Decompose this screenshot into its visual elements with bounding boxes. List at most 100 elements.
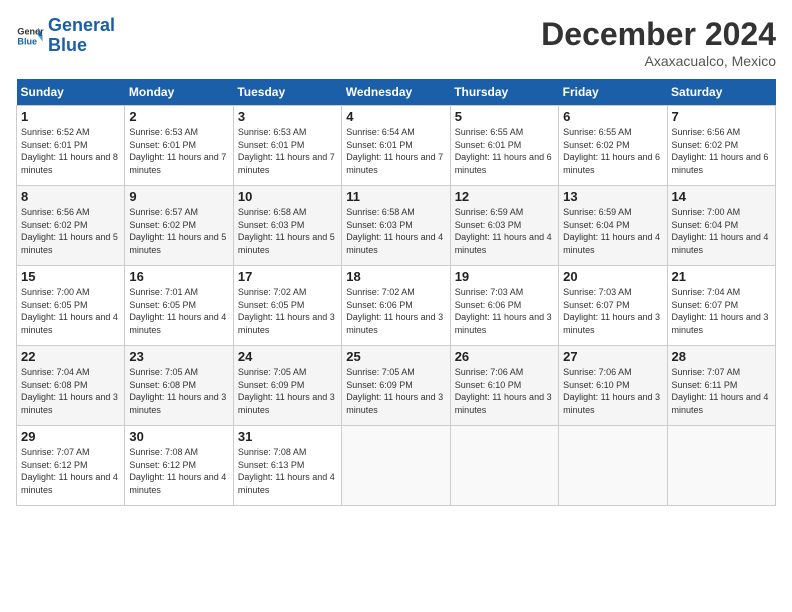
day-info: Sunrise: 7:03 AMSunset: 6:07 PMDaylight:… xyxy=(563,286,662,336)
calendar-cell xyxy=(559,426,667,506)
calendar-cell: 20 Sunrise: 7:03 AMSunset: 6:07 PMDaylig… xyxy=(559,266,667,346)
day-number: 2 xyxy=(129,109,228,124)
day-number: 8 xyxy=(21,189,120,204)
day-info: Sunrise: 7:05 AMSunset: 6:09 PMDaylight:… xyxy=(238,366,337,416)
week-row-1: 1 Sunrise: 6:52 AMSunset: 6:01 PMDayligh… xyxy=(17,106,776,186)
calendar-cell: 24 Sunrise: 7:05 AMSunset: 6:09 PMDaylig… xyxy=(233,346,341,426)
week-row-3: 15 Sunrise: 7:00 AMSunset: 6:05 PMDaylig… xyxy=(17,266,776,346)
calendar-cell: 15 Sunrise: 7:00 AMSunset: 6:05 PMDaylig… xyxy=(17,266,125,346)
header-sunday: Sunday xyxy=(17,79,125,106)
day-number: 18 xyxy=(346,269,445,284)
title-area: December 2024 Axaxacualco, Mexico xyxy=(541,16,776,69)
day-number: 7 xyxy=(672,109,771,124)
calendar-table: SundayMondayTuesdayWednesdayThursdayFrid… xyxy=(16,79,776,506)
calendar-cell: 11 Sunrise: 6:58 AMSunset: 6:03 PMDaylig… xyxy=(342,186,450,266)
day-number: 14 xyxy=(672,189,771,204)
day-info: Sunrise: 6:56 AMSunset: 6:02 PMDaylight:… xyxy=(672,126,771,176)
day-number: 9 xyxy=(129,189,228,204)
day-number: 19 xyxy=(455,269,554,284)
logo-icon: General Blue xyxy=(16,22,44,50)
calendar-cell: 9 Sunrise: 6:57 AMSunset: 6:02 PMDayligh… xyxy=(125,186,233,266)
day-number: 17 xyxy=(238,269,337,284)
calendar-cell: 19 Sunrise: 7:03 AMSunset: 6:06 PMDaylig… xyxy=(450,266,558,346)
calendar-cell: 23 Sunrise: 7:05 AMSunset: 6:08 PMDaylig… xyxy=(125,346,233,426)
header-monday: Monday xyxy=(125,79,233,106)
day-info: Sunrise: 6:53 AMSunset: 6:01 PMDaylight:… xyxy=(238,126,337,176)
day-info: Sunrise: 6:53 AMSunset: 6:01 PMDaylight:… xyxy=(129,126,228,176)
day-number: 1 xyxy=(21,109,120,124)
week-row-2: 8 Sunrise: 6:56 AMSunset: 6:02 PMDayligh… xyxy=(17,186,776,266)
day-info: Sunrise: 6:56 AMSunset: 6:02 PMDaylight:… xyxy=(21,206,120,256)
calendar-cell: 25 Sunrise: 7:05 AMSunset: 6:09 PMDaylig… xyxy=(342,346,450,426)
day-number: 24 xyxy=(238,349,337,364)
calendar-cell: 29 Sunrise: 7:07 AMSunset: 6:12 PMDaylig… xyxy=(17,426,125,506)
day-info: Sunrise: 7:00 AMSunset: 6:05 PMDaylight:… xyxy=(21,286,120,336)
header: General Blue GeneralBlue December 2024 A… xyxy=(16,16,776,69)
calendar-cell: 22 Sunrise: 7:04 AMSunset: 6:08 PMDaylig… xyxy=(17,346,125,426)
location-title: Axaxacualco, Mexico xyxy=(541,53,776,69)
day-info: Sunrise: 6:59 AMSunset: 6:04 PMDaylight:… xyxy=(563,206,662,256)
calendar-cell: 3 Sunrise: 6:53 AMSunset: 6:01 PMDayligh… xyxy=(233,106,341,186)
day-number: 3 xyxy=(238,109,337,124)
day-number: 15 xyxy=(21,269,120,284)
calendar-cell: 31 Sunrise: 7:08 AMSunset: 6:13 PMDaylig… xyxy=(233,426,341,506)
day-number: 28 xyxy=(672,349,771,364)
day-info: Sunrise: 6:54 AMSunset: 6:01 PMDaylight:… xyxy=(346,126,445,176)
day-info: Sunrise: 7:05 AMSunset: 6:09 PMDaylight:… xyxy=(346,366,445,416)
calendar-cell: 26 Sunrise: 7:06 AMSunset: 6:10 PMDaylig… xyxy=(450,346,558,426)
day-info: Sunrise: 6:59 AMSunset: 6:03 PMDaylight:… xyxy=(455,206,554,256)
day-info: Sunrise: 6:58 AMSunset: 6:03 PMDaylight:… xyxy=(238,206,337,256)
header-friday: Friday xyxy=(559,79,667,106)
calendar-cell: 1 Sunrise: 6:52 AMSunset: 6:01 PMDayligh… xyxy=(17,106,125,186)
calendar-cell xyxy=(667,426,775,506)
calendar-cell: 7 Sunrise: 6:56 AMSunset: 6:02 PMDayligh… xyxy=(667,106,775,186)
day-number: 4 xyxy=(346,109,445,124)
day-info: Sunrise: 6:52 AMSunset: 6:01 PMDaylight:… xyxy=(21,126,120,176)
day-info: Sunrise: 7:07 AMSunset: 6:12 PMDaylight:… xyxy=(21,446,120,496)
calendar-cell: 27 Sunrise: 7:06 AMSunset: 6:10 PMDaylig… xyxy=(559,346,667,426)
day-info: Sunrise: 7:08 AMSunset: 6:13 PMDaylight:… xyxy=(238,446,337,496)
calendar-cell xyxy=(342,426,450,506)
day-info: Sunrise: 7:06 AMSunset: 6:10 PMDaylight:… xyxy=(455,366,554,416)
weekday-header-row: SundayMondayTuesdayWednesdayThursdayFrid… xyxy=(17,79,776,106)
day-info: Sunrise: 6:55 AMSunset: 6:01 PMDaylight:… xyxy=(455,126,554,176)
day-number: 23 xyxy=(129,349,228,364)
day-info: Sunrise: 6:58 AMSunset: 6:03 PMDaylight:… xyxy=(346,206,445,256)
day-info: Sunrise: 7:00 AMSunset: 6:04 PMDaylight:… xyxy=(672,206,771,256)
header-wednesday: Wednesday xyxy=(342,79,450,106)
calendar-cell: 30 Sunrise: 7:08 AMSunset: 6:12 PMDaylig… xyxy=(125,426,233,506)
day-info: Sunrise: 7:03 AMSunset: 6:06 PMDaylight:… xyxy=(455,286,554,336)
month-title: December 2024 xyxy=(541,16,776,53)
calendar-cell xyxy=(450,426,558,506)
day-info: Sunrise: 7:08 AMSunset: 6:12 PMDaylight:… xyxy=(129,446,228,496)
svg-text:Blue: Blue xyxy=(17,36,37,46)
header-thursday: Thursday xyxy=(450,79,558,106)
logo: General Blue GeneralBlue xyxy=(16,16,115,56)
day-number: 11 xyxy=(346,189,445,204)
day-number: 26 xyxy=(455,349,554,364)
day-info: Sunrise: 7:02 AMSunset: 6:05 PMDaylight:… xyxy=(238,286,337,336)
day-number: 13 xyxy=(563,189,662,204)
logo-text: GeneralBlue xyxy=(48,16,115,56)
day-number: 30 xyxy=(129,429,228,444)
day-info: Sunrise: 7:07 AMSunset: 6:11 PMDaylight:… xyxy=(672,366,771,416)
week-row-5: 29 Sunrise: 7:07 AMSunset: 6:12 PMDaylig… xyxy=(17,426,776,506)
calendar-cell: 2 Sunrise: 6:53 AMSunset: 6:01 PMDayligh… xyxy=(125,106,233,186)
calendar-cell: 6 Sunrise: 6:55 AMSunset: 6:02 PMDayligh… xyxy=(559,106,667,186)
calendar-cell: 5 Sunrise: 6:55 AMSunset: 6:01 PMDayligh… xyxy=(450,106,558,186)
calendar-cell: 13 Sunrise: 6:59 AMSunset: 6:04 PMDaylig… xyxy=(559,186,667,266)
day-info: Sunrise: 6:57 AMSunset: 6:02 PMDaylight:… xyxy=(129,206,228,256)
day-number: 16 xyxy=(129,269,228,284)
day-info: Sunrise: 7:06 AMSunset: 6:10 PMDaylight:… xyxy=(563,366,662,416)
day-number: 20 xyxy=(563,269,662,284)
day-number: 31 xyxy=(238,429,337,444)
calendar-cell: 16 Sunrise: 7:01 AMSunset: 6:05 PMDaylig… xyxy=(125,266,233,346)
day-info: Sunrise: 7:01 AMSunset: 6:05 PMDaylight:… xyxy=(129,286,228,336)
day-number: 29 xyxy=(21,429,120,444)
calendar-cell: 14 Sunrise: 7:00 AMSunset: 6:04 PMDaylig… xyxy=(667,186,775,266)
day-info: Sunrise: 7:02 AMSunset: 6:06 PMDaylight:… xyxy=(346,286,445,336)
calendar-cell: 10 Sunrise: 6:58 AMSunset: 6:03 PMDaylig… xyxy=(233,186,341,266)
calendar-cell: 12 Sunrise: 6:59 AMSunset: 6:03 PMDaylig… xyxy=(450,186,558,266)
day-info: Sunrise: 7:05 AMSunset: 6:08 PMDaylight:… xyxy=(129,366,228,416)
calendar-cell: 4 Sunrise: 6:54 AMSunset: 6:01 PMDayligh… xyxy=(342,106,450,186)
